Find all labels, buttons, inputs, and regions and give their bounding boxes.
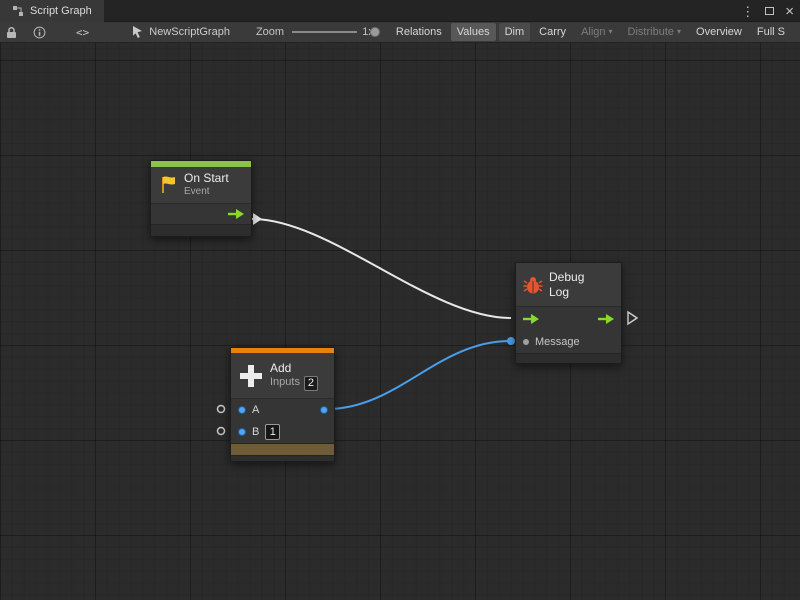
add-footer-strip <box>231 443 334 455</box>
values-button[interactable]: Values <box>451 23 496 41</box>
titlebar: Script Graph ⋮ × <box>0 0 800 22</box>
unconnected-port-indicator-a[interactable] <box>218 406 225 413</box>
message-port-connection-dot[interactable] <box>507 337 515 345</box>
port-b-label: B <box>252 426 259 438</box>
on-start-port-row <box>151 204 251 224</box>
node-footer <box>151 224 251 236</box>
chevron-down-icon: ▾ <box>609 28 613 36</box>
control-output-port[interactable] <box>227 208 245 220</box>
debug-log-header[interactable]: Debug Log <box>516 263 621 307</box>
port-b-input[interactable] <box>238 428 246 436</box>
info-icon[interactable] <box>33 26 46 39</box>
script-graph-icon <box>12 5 24 17</box>
zoom-slider[interactable] <box>292 26 357 38</box>
lock-icon[interactable] <box>6 26 17 39</box>
tab-title: Script Graph <box>30 5 92 17</box>
port-a-label: A <box>252 404 259 416</box>
node-add[interactable]: Add Inputs 2 A B 1 <box>230 347 335 462</box>
node-title: On Start <box>184 171 229 186</box>
align-dropdown[interactable]: Align ▾ <box>575 23 618 41</box>
control-input-port[interactable] <box>522 313 540 325</box>
script-graph-asset-icon <box>131 25 144 39</box>
control-output-arrow[interactable] <box>253 213 262 225</box>
node-footer <box>516 353 621 363</box>
node-footer <box>231 455 334 461</box>
zoom-slider-track[interactable] <box>292 31 357 33</box>
bug-icon <box>523 275 543 294</box>
node-subtitle: Inputs <box>270 376 300 390</box>
node-subtitle: Event <box>184 186 229 199</box>
relations-button-label: Relations <box>396 26 442 38</box>
tab-script-graph[interactable]: Script Graph <box>0 0 104 22</box>
kebab-menu-icon[interactable]: ⋮ <box>741 5 754 18</box>
message-input-port[interactable] <box>523 339 529 345</box>
fullscreen-button-label: Full S <box>757 26 785 38</box>
graph-canvas[interactable]: On Start Event Add Inpu <box>0 43 800 600</box>
graph-name-label[interactable]: NewScriptGraph <box>149 26 230 38</box>
message-port-label: Message <box>535 336 580 348</box>
port-row-b: B 1 <box>231 421 334 443</box>
zoom-label: Zoom <box>256 26 284 38</box>
message-port-row: Message <box>516 331 621 353</box>
carry-button[interactable]: Carry <box>533 23 572 41</box>
maximize-icon[interactable] <box>765 7 774 15</box>
code-icon[interactable]: <> <box>76 26 89 39</box>
sum-output-port[interactable] <box>320 406 328 414</box>
node-title: Debug <box>549 270 584 285</box>
log-control-port-row <box>516 307 621 331</box>
node-subtitle: Log <box>549 285 584 300</box>
node-on-start-event[interactable]: On Start Event <box>150 160 252 237</box>
script-graph-window: Script Graph ⋮ × <> NewScriptGraph Zoom … <box>0 0 800 600</box>
port-a-input[interactable] <box>238 406 246 414</box>
window-controls: ⋮ × <box>741 0 794 22</box>
overview-button[interactable]: Overview <box>690 23 748 41</box>
control-output-port[interactable] <box>597 313 615 325</box>
unconnected-control-output-triangle[interactable] <box>628 312 637 324</box>
inputs-count-field[interactable]: 2 <box>304 376 318 391</box>
dim-button-label: Dim <box>505 26 525 38</box>
add-ports: A B 1 <box>231 399 334 443</box>
dim-button[interactable]: Dim <box>499 23 531 41</box>
add-header[interactable]: Add Inputs 2 <box>231 353 334 399</box>
fullscreen-button[interactable]: Full S <box>751 23 791 41</box>
distribute-dropdown-label: Distribute <box>628 26 674 38</box>
unconnected-port-indicator-b[interactable] <box>218 428 225 435</box>
node-title: Add <box>270 361 318 376</box>
align-dropdown-label: Align <box>581 26 605 38</box>
overview-button-label: Overview <box>696 26 742 38</box>
chevron-down-icon: ▾ <box>677 28 681 36</box>
on-start-header[interactable]: On Start Event <box>151 167 251 204</box>
plus-icon <box>238 363 264 389</box>
flag-icon <box>158 174 178 196</box>
port-b-value-field[interactable]: 1 <box>265 424 280 440</box>
wire-layer <box>0 43 800 600</box>
close-icon[interactable]: × <box>785 4 794 19</box>
value-wire-add-to-message[interactable] <box>327 341 510 409</box>
zoom-slider-handle[interactable] <box>370 27 380 37</box>
carry-button-label: Carry <box>539 26 566 38</box>
values-button-label: Values <box>457 26 490 38</box>
control-wire-onstart-to-log[interactable] <box>252 219 511 318</box>
distribute-dropdown[interactable]: Distribute▾ <box>622 23 687 41</box>
relations-button[interactable]: Relations <box>390 23 448 41</box>
node-debug-log[interactable]: Debug Log Message <box>515 262 622 364</box>
graph-toolbar: <> NewScriptGraph Zoom 1x Relations Valu… <box>0 22 800 43</box>
port-row-a: A <box>231 399 334 421</box>
